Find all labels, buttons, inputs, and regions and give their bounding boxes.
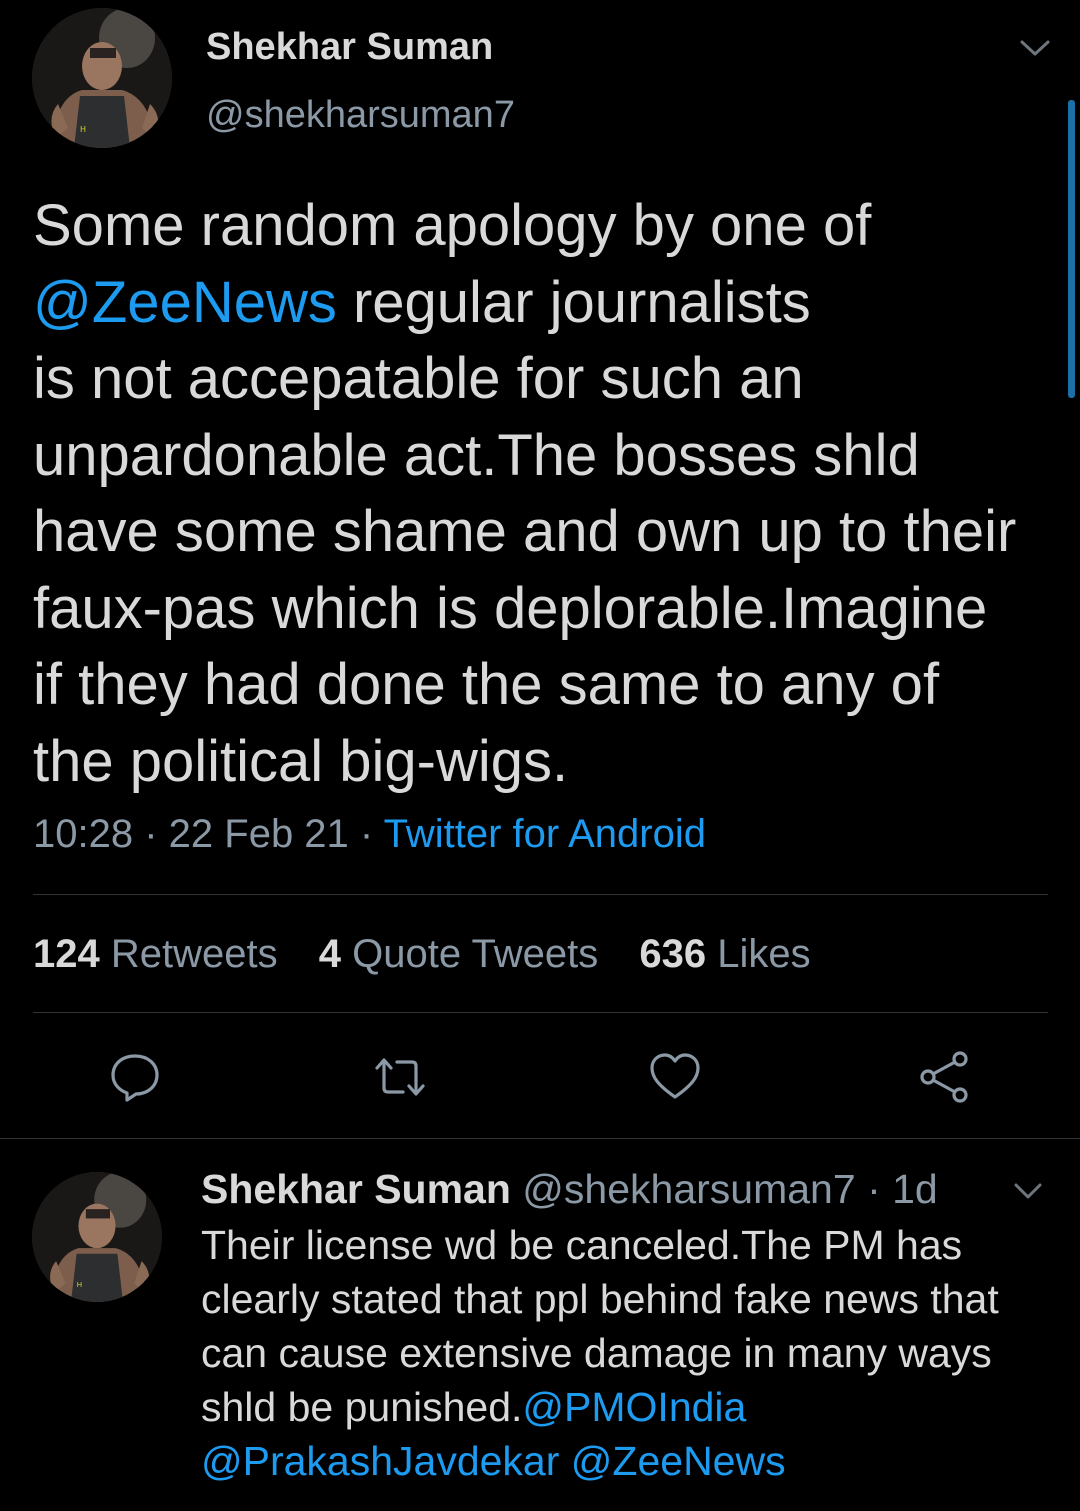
- tweet-text-segment: unpardonable act.The bosses shld: [33, 422, 920, 488]
- tweet-text-segment: have some shame and own up to their: [33, 499, 1017, 564]
- tweet-age: · 1d: [867, 1166, 938, 1212]
- likes-count: 636: [639, 932, 707, 976]
- mention-link[interactable]: @PrakashJavdekar: [201, 1438, 559, 1484]
- meta-separator: ·: [133, 812, 169, 856]
- avatar-photo: H: [32, 8, 172, 148]
- author-handle[interactable]: @shekharsuman7: [206, 94, 515, 137]
- tweet-text-segment: Some random apology by one of: [33, 193, 872, 258]
- scrollbar[interactable]: [1068, 100, 1075, 398]
- mention-link[interactable]: @PMOIndia: [522, 1384, 746, 1430]
- mention-link[interactable]: @ZeeNews: [33, 270, 337, 335]
- retweets-stat[interactable]: 124 Retweets: [33, 932, 278, 976]
- tweet-text-segment: [559, 1438, 570, 1484]
- svg-text:H: H: [80, 125, 86, 134]
- tweet-source-link[interactable]: Twitter for Android: [384, 812, 706, 856]
- tweet-text-segment: shld be punished.: [201, 1384, 523, 1430]
- tweet-meta: 10:28 · 22 Feb 21 · Twitter for Android: [33, 812, 706, 857]
- retweets-label: Retweets: [110, 932, 278, 976]
- chevron-down-icon[interactable]: [1018, 36, 1052, 60]
- divider: [33, 894, 1048, 895]
- heart-icon[interactable]: [648, 1050, 702, 1104]
- tweet-text-segment: faux-pas which is deplorable.Imagine: [33, 575, 988, 641]
- tweet-date: 22 Feb 21: [168, 812, 349, 856]
- reply-icon[interactable]: [108, 1050, 162, 1104]
- divider: [33, 1012, 1048, 1013]
- author-handle[interactable]: @shekharsuman7: [522, 1166, 855, 1212]
- tweet-text-segment: is not accepatable for such an: [33, 346, 804, 411]
- quotes-stat[interactable]: 4 Quote Tweets: [319, 932, 598, 976]
- share-icon[interactable]: [917, 1050, 971, 1104]
- author-name[interactable]: Shekhar Suman: [201, 1166, 511, 1212]
- quotes-label: Quote Tweets: [352, 932, 599, 976]
- tweet-stats: 124 Retweets 4 Quote Tweets 636 Likes: [33, 932, 841, 977]
- reply-header: Shekhar Suman @shekharsuman7 · 1d: [201, 1166, 938, 1213]
- avatar-photo: H: [32, 1172, 162, 1302]
- author-name[interactable]: Shekhar Suman: [206, 26, 493, 69]
- avatar[interactable]: H: [32, 8, 172, 148]
- tweet-text-segment: clearly stated that ppl behind fake news…: [201, 1276, 999, 1322]
- likes-stat[interactable]: 636 Likes: [639, 932, 810, 976]
- tweet-text-segment: if they had done the same to any of: [33, 652, 940, 717]
- avatar[interactable]: H: [32, 1172, 162, 1302]
- retweets-count: 124: [33, 932, 100, 976]
- meta-separator: ·: [348, 812, 384, 856]
- mention-link[interactable]: @ZeeNews: [571, 1438, 786, 1484]
- tweet-text-segment: the political big-wigs.: [33, 728, 569, 794]
- retweet-icon[interactable]: [373, 1050, 427, 1104]
- divider: [0, 1138, 1080, 1139]
- tweet-text: Their license wd be canceled.The PM has c…: [201, 1218, 1061, 1488]
- tweet-text-segment: regular journalists: [336, 269, 811, 335]
- tweet-text: Some random apology by one of @ZeeNews re…: [33, 188, 1068, 800]
- chevron-down-icon[interactable]: [1012, 1180, 1044, 1202]
- likes-label: Likes: [717, 932, 811, 976]
- tweet-text-segment: can cause extensive damage in many ways: [201, 1330, 992, 1376]
- tweet-text-segment: Their license wd be canceled.The PM has: [201, 1222, 963, 1268]
- tweet-time: 10:28: [33, 812, 134, 856]
- quotes-count: 4: [318, 932, 341, 976]
- svg-text:H: H: [77, 1280, 83, 1289]
